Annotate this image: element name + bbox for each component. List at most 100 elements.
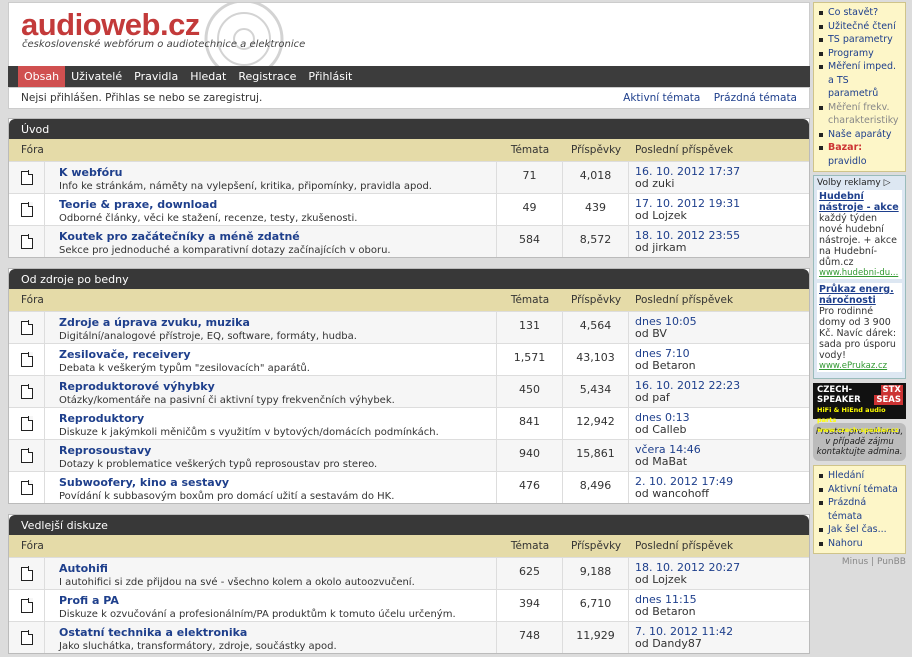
- forum-info: Reproduktory Diskuze k jakýmkoli měničům…: [45, 408, 497, 439]
- nav-obsah[interactable]: Obsah: [18, 66, 66, 87]
- last-post: dnes 11:15 od Betaron: [629, 590, 809, 621]
- post-count: 4,564: [563, 312, 629, 343]
- ad-body: každý týden nové hudební nástroje. + akc…: [819, 213, 897, 268]
- nav-uzivatele[interactable]: Uživatelé: [65, 66, 128, 87]
- forum-name-link[interactable]: Autohifi: [59, 562, 496, 575]
- last-post: 18. 10. 2012 20:27 od Lojzek: [629, 558, 809, 589]
- sidebar-link[interactable]: Užitečné čtení: [818, 20, 902, 34]
- last-post-author: od zuki: [635, 177, 675, 190]
- forum-desc: Dotazy k problematice veškerých typů rep…: [59, 459, 378, 470]
- document-icon: [20, 448, 33, 463]
- sidebar-bazar[interactable]: Bazar: pravidlo: [818, 141, 902, 168]
- post-count: 11,929: [563, 622, 629, 653]
- sidebar-link[interactable]: TS parametry: [818, 33, 902, 47]
- document-icon: [20, 352, 33, 367]
- last-post: 18. 10. 2012 23:55 od jirkam: [629, 226, 809, 257]
- forum-info: Ostatní technika a elektronika Jako sluc…: [45, 622, 497, 653]
- forum-desc: Digitální/analogové přístroje, EQ, softw…: [59, 331, 357, 342]
- nav-prihlasit[interactable]: Přihlásit: [302, 66, 358, 87]
- forum-name-link[interactable]: Subwoofery, kino a sestavy: [59, 476, 496, 489]
- main-nav: Obsah Uživatelé Pravidla Hledat Registra…: [8, 66, 810, 87]
- sidebar-link[interactable]: Měření frekv. charakteristiky: [818, 101, 902, 128]
- forum-name-link[interactable]: Reprosoustavy: [59, 444, 496, 457]
- bazar-label: Bazar:: [828, 142, 863, 153]
- czech-speaker-banner[interactable]: CZECH- SPEAKER STX SEAS HiFi & HiEnd aud…: [813, 383, 906, 434]
- col-posts: Příspěvky: [570, 540, 622, 552]
- ad-url[interactable]: www.hudebni-du...: [819, 268, 900, 278]
- forum-desc: Sekce pro jednoduché a komparativní dota…: [59, 245, 391, 256]
- ads-header-label: Volby reklamy: [817, 178, 881, 188]
- ad-title[interactable]: Průkaz energ. náročnosti: [819, 284, 900, 306]
- last-post: 16. 10. 2012 17:37 od zuki: [629, 162, 809, 193]
- ad-url[interactable]: www.ePrukaz.cz: [819, 361, 900, 371]
- forum-icon-cell: [9, 162, 45, 193]
- forum-desc: Povídání k subbasovým boxům pro domácí u…: [59, 491, 395, 502]
- banner-url: www.czech-speaker.cz: [817, 426, 899, 434]
- sidebar-link[interactable]: Měření imped. a TS parametrů: [818, 60, 902, 101]
- forum-info: Zdroje a úprava zvuku, muzika Digitální/…: [45, 312, 497, 343]
- forum-sections: Úvod Fóra Témata Příspěvky Poslední přís…: [8, 118, 810, 654]
- ad-item[interactable]: Průkaz energ. náročnosti Pro rodinné dom…: [817, 283, 902, 372]
- forum-row: Autohifi I autohifici si zde přijdou na …: [9, 557, 809, 589]
- topic-count: 841: [497, 408, 563, 439]
- topic-count: 584: [497, 226, 563, 257]
- forum-row: Subwoofery, kino a sestavy Povídání k su…: [9, 471, 809, 503]
- forum-name-link[interactable]: Teorie & praxe, download: [59, 198, 496, 211]
- forum-name-link[interactable]: Ostatní technika a elektronika: [59, 626, 496, 639]
- forum-row: Reproduktory Diskuze k jakýmkoli měničům…: [9, 407, 809, 439]
- last-post-author: od jirkam: [635, 241, 687, 254]
- forum-name-link[interactable]: K webfóru: [59, 166, 496, 179]
- topic-count: 394: [497, 590, 563, 621]
- banner-brand: STX: [880, 385, 903, 395]
- topic-count: 131: [497, 312, 563, 343]
- forum-icon-cell: [9, 312, 45, 343]
- document-icon: [20, 630, 33, 645]
- sidebar-link[interactable]: Programy: [818, 47, 902, 61]
- section-title: Vedlejší diskuze: [9, 515, 809, 535]
- ads-box: Volby reklamy ▷ Hudební nástroje - akce …: [813, 175, 906, 379]
- banner-brand2: SEAS: [874, 395, 903, 405]
- col-topics: Témata: [510, 294, 550, 306]
- empty-topics-link[interactable]: Prázdná témata: [714, 92, 797, 104]
- post-count: 9,188: [563, 558, 629, 589]
- forum-name-link[interactable]: Koutek pro začátečníky a méně zdatné: [59, 230, 496, 243]
- forum-name-link[interactable]: Reproduktorové výhybky: [59, 380, 496, 393]
- active-topics-link[interactable]: Aktivní témata: [623, 92, 700, 104]
- column-header: Fóra Témata Příspěvky Poslední příspěvek: [9, 535, 809, 557]
- last-post-author: od Calleb: [635, 423, 687, 436]
- site-logo[interactable]: audioweb.cz: [21, 7, 200, 43]
- section-title: Úvod: [9, 119, 809, 139]
- login-status: Nejsi přihlášen. Přihlas se nebo se zare…: [21, 92, 263, 104]
- sidebar-link[interactable]: Prázdná témata: [818, 496, 902, 523]
- forum-icon-cell: [9, 408, 45, 439]
- forum-name-link[interactable]: Zdroje a úprava zvuku, muzika: [59, 316, 496, 329]
- forum-name-link[interactable]: Profi a PA: [59, 594, 496, 607]
- ads-header[interactable]: Volby reklamy ▷: [817, 178, 902, 188]
- ad-item[interactable]: Hudební nástroje - akce každý týden nové…: [817, 190, 902, 279]
- sidebar-link[interactable]: Naše aparáty: [818, 128, 902, 142]
- post-count: 5,434: [563, 376, 629, 407]
- col-fora: Fóra: [21, 540, 44, 552]
- forum-row: Ostatní technika a elektronika Jako sluc…: [9, 621, 809, 653]
- last-post-author: od Betaron: [635, 359, 696, 372]
- bazar-link[interactable]: pravidlo: [828, 156, 867, 167]
- sidebar-link[interactable]: Nahoru: [818, 537, 902, 551]
- nav-hledat[interactable]: Hledat: [184, 66, 232, 87]
- forum-row: Profi a PA Diskuze k ozvučování a profes…: [9, 589, 809, 621]
- sidebar-link[interactable]: Hledání: [818, 469, 902, 483]
- post-count: 43,103: [563, 344, 629, 375]
- nav-registrace[interactable]: Registrace: [232, 66, 302, 87]
- forum-icon-cell: [9, 194, 45, 225]
- col-topics: Témata: [510, 540, 550, 552]
- forum-name-link[interactable]: Zesilovače, receivery: [59, 348, 496, 361]
- banner-sub: HiFi & HiEnd audio parts: [817, 406, 886, 424]
- forum-name-link[interactable]: Reproduktory: [59, 412, 496, 425]
- column-header: Fóra Témata Příspěvky Poslední příspěvek: [9, 289, 809, 311]
- nav-pravidla[interactable]: Pravidla: [128, 66, 184, 87]
- sidebar-link[interactable]: Aktivní témata: [818, 483, 902, 497]
- last-post-author: od Betaron: [635, 605, 696, 618]
- document-icon: [20, 480, 33, 495]
- sidebar-link[interactable]: Co stavět?: [818, 6, 902, 20]
- ad-title[interactable]: Hudební nástroje - akce: [819, 191, 900, 213]
- sidebar-link[interactable]: Jak šel čas...: [818, 523, 902, 537]
